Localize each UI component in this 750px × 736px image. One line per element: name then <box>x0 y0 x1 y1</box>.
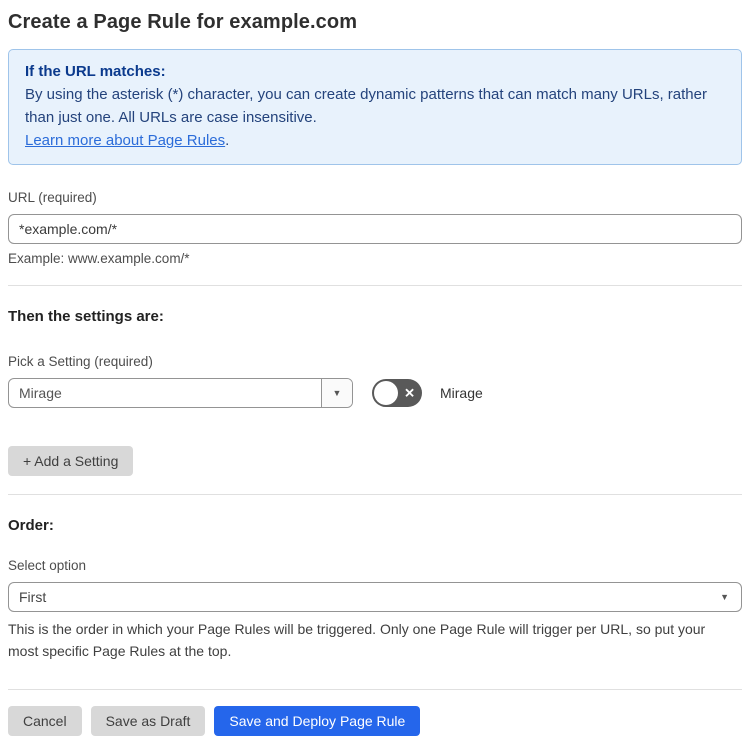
divider <box>8 689 742 690</box>
url-example-text: Example: www.example.com/* <box>8 251 190 266</box>
order-select-label: Select option <box>8 558 87 573</box>
url-matches-info-box: If the URL matches: By using the asteris… <box>8 49 742 165</box>
setting-select-value: Mirage <box>19 385 62 401</box>
add-setting-button[interactable]: + Add a Setting <box>8 446 134 476</box>
url-field-label: URL (required) <box>8 190 97 205</box>
url-input[interactable] <box>8 214 742 244</box>
setting-row: Mirage ▼ ✕ Mirage <box>8 378 742 408</box>
chevron-down-icon: ▼ <box>720 591 729 602</box>
order-select-wrap: First ▼ <box>8 582 742 612</box>
add-setting-wrap: + Add a Setting <box>8 446 742 476</box>
chevron-down-icon: ▼ <box>332 387 342 398</box>
setting-select[interactable]: Mirage ▼ <box>8 378 353 408</box>
actions-row: Cancel Save as Draft Save and Deploy Pag… <box>8 706 742 736</box>
save-and-deploy-button[interactable]: Save and Deploy Page Rule <box>214 706 421 736</box>
save-as-draft-button[interactable]: Save as Draft <box>90 706 206 736</box>
order-section-heading: Order: <box>8 517 54 534</box>
page-title: Create a Page Rule for example.com <box>8 11 358 33</box>
info-box-heading: If the URL matches: <box>25 63 166 80</box>
info-box-body: By using the asterisk (*) character, you… <box>25 86 707 126</box>
divider <box>8 494 742 495</box>
learn-more-link[interactable]: Learn more about Page Rules <box>25 132 225 149</box>
toggle-knob <box>374 381 398 405</box>
setting-select-arrow-button[interactable]: ▼ <box>321 379 352 407</box>
toggle-off-x-icon: ✕ <box>404 385 415 401</box>
settings-section-heading: Then the settings are: <box>8 308 164 325</box>
divider <box>8 285 742 286</box>
setting-picker-label: Pick a Setting (required) <box>8 354 153 369</box>
order-select[interactable]: First ▼ <box>8 582 742 612</box>
cancel-button[interactable]: Cancel <box>8 706 82 736</box>
order-help-text: This is the order in which your Page Rul… <box>8 621 706 659</box>
link-suffix: . <box>225 132 230 149</box>
order-select-value: First <box>19 589 47 605</box>
toggle-label: Mirage <box>440 385 483 401</box>
mirage-toggle[interactable]: ✕ <box>372 379 422 407</box>
order-select-arrow-wrap: ▼ <box>720 583 741 611</box>
info-box-link-line: Learn more about Page Rules. <box>25 129 725 152</box>
